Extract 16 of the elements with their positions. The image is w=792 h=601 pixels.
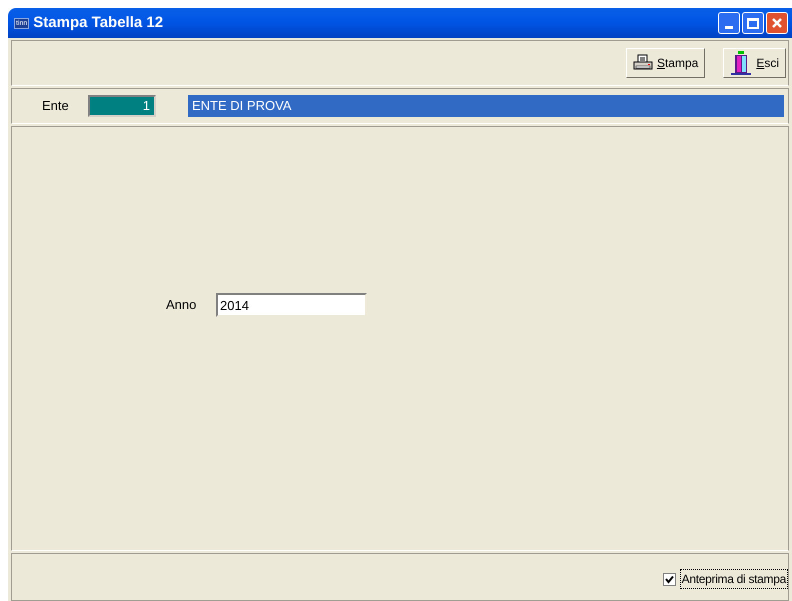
preview-label[interactable]: Anteprima di stampa xyxy=(680,569,788,589)
anno-input[interactable]: 2014 xyxy=(216,293,367,317)
printer-icon xyxy=(632,54,653,72)
exit-button[interactable]: Esci xyxy=(723,48,786,78)
print-button[interactable]: Stampa xyxy=(626,48,706,78)
ente-name-field: ENTE DI PROVA xyxy=(188,95,784,117)
minimize-button[interactable] xyxy=(718,12,740,34)
maximize-button[interactable] xyxy=(742,12,764,34)
anno-label: Anno xyxy=(166,296,198,314)
close-button[interactable] xyxy=(766,12,788,34)
close-icon xyxy=(771,17,783,29)
ente-code-field[interactable]: 1 xyxy=(88,95,156,117)
window-title: Stampa Tabella 12 xyxy=(33,12,164,33)
preview-checkbox[interactable] xyxy=(662,572,676,586)
ente-label: Ente xyxy=(42,97,70,116)
door-icon xyxy=(730,51,752,75)
